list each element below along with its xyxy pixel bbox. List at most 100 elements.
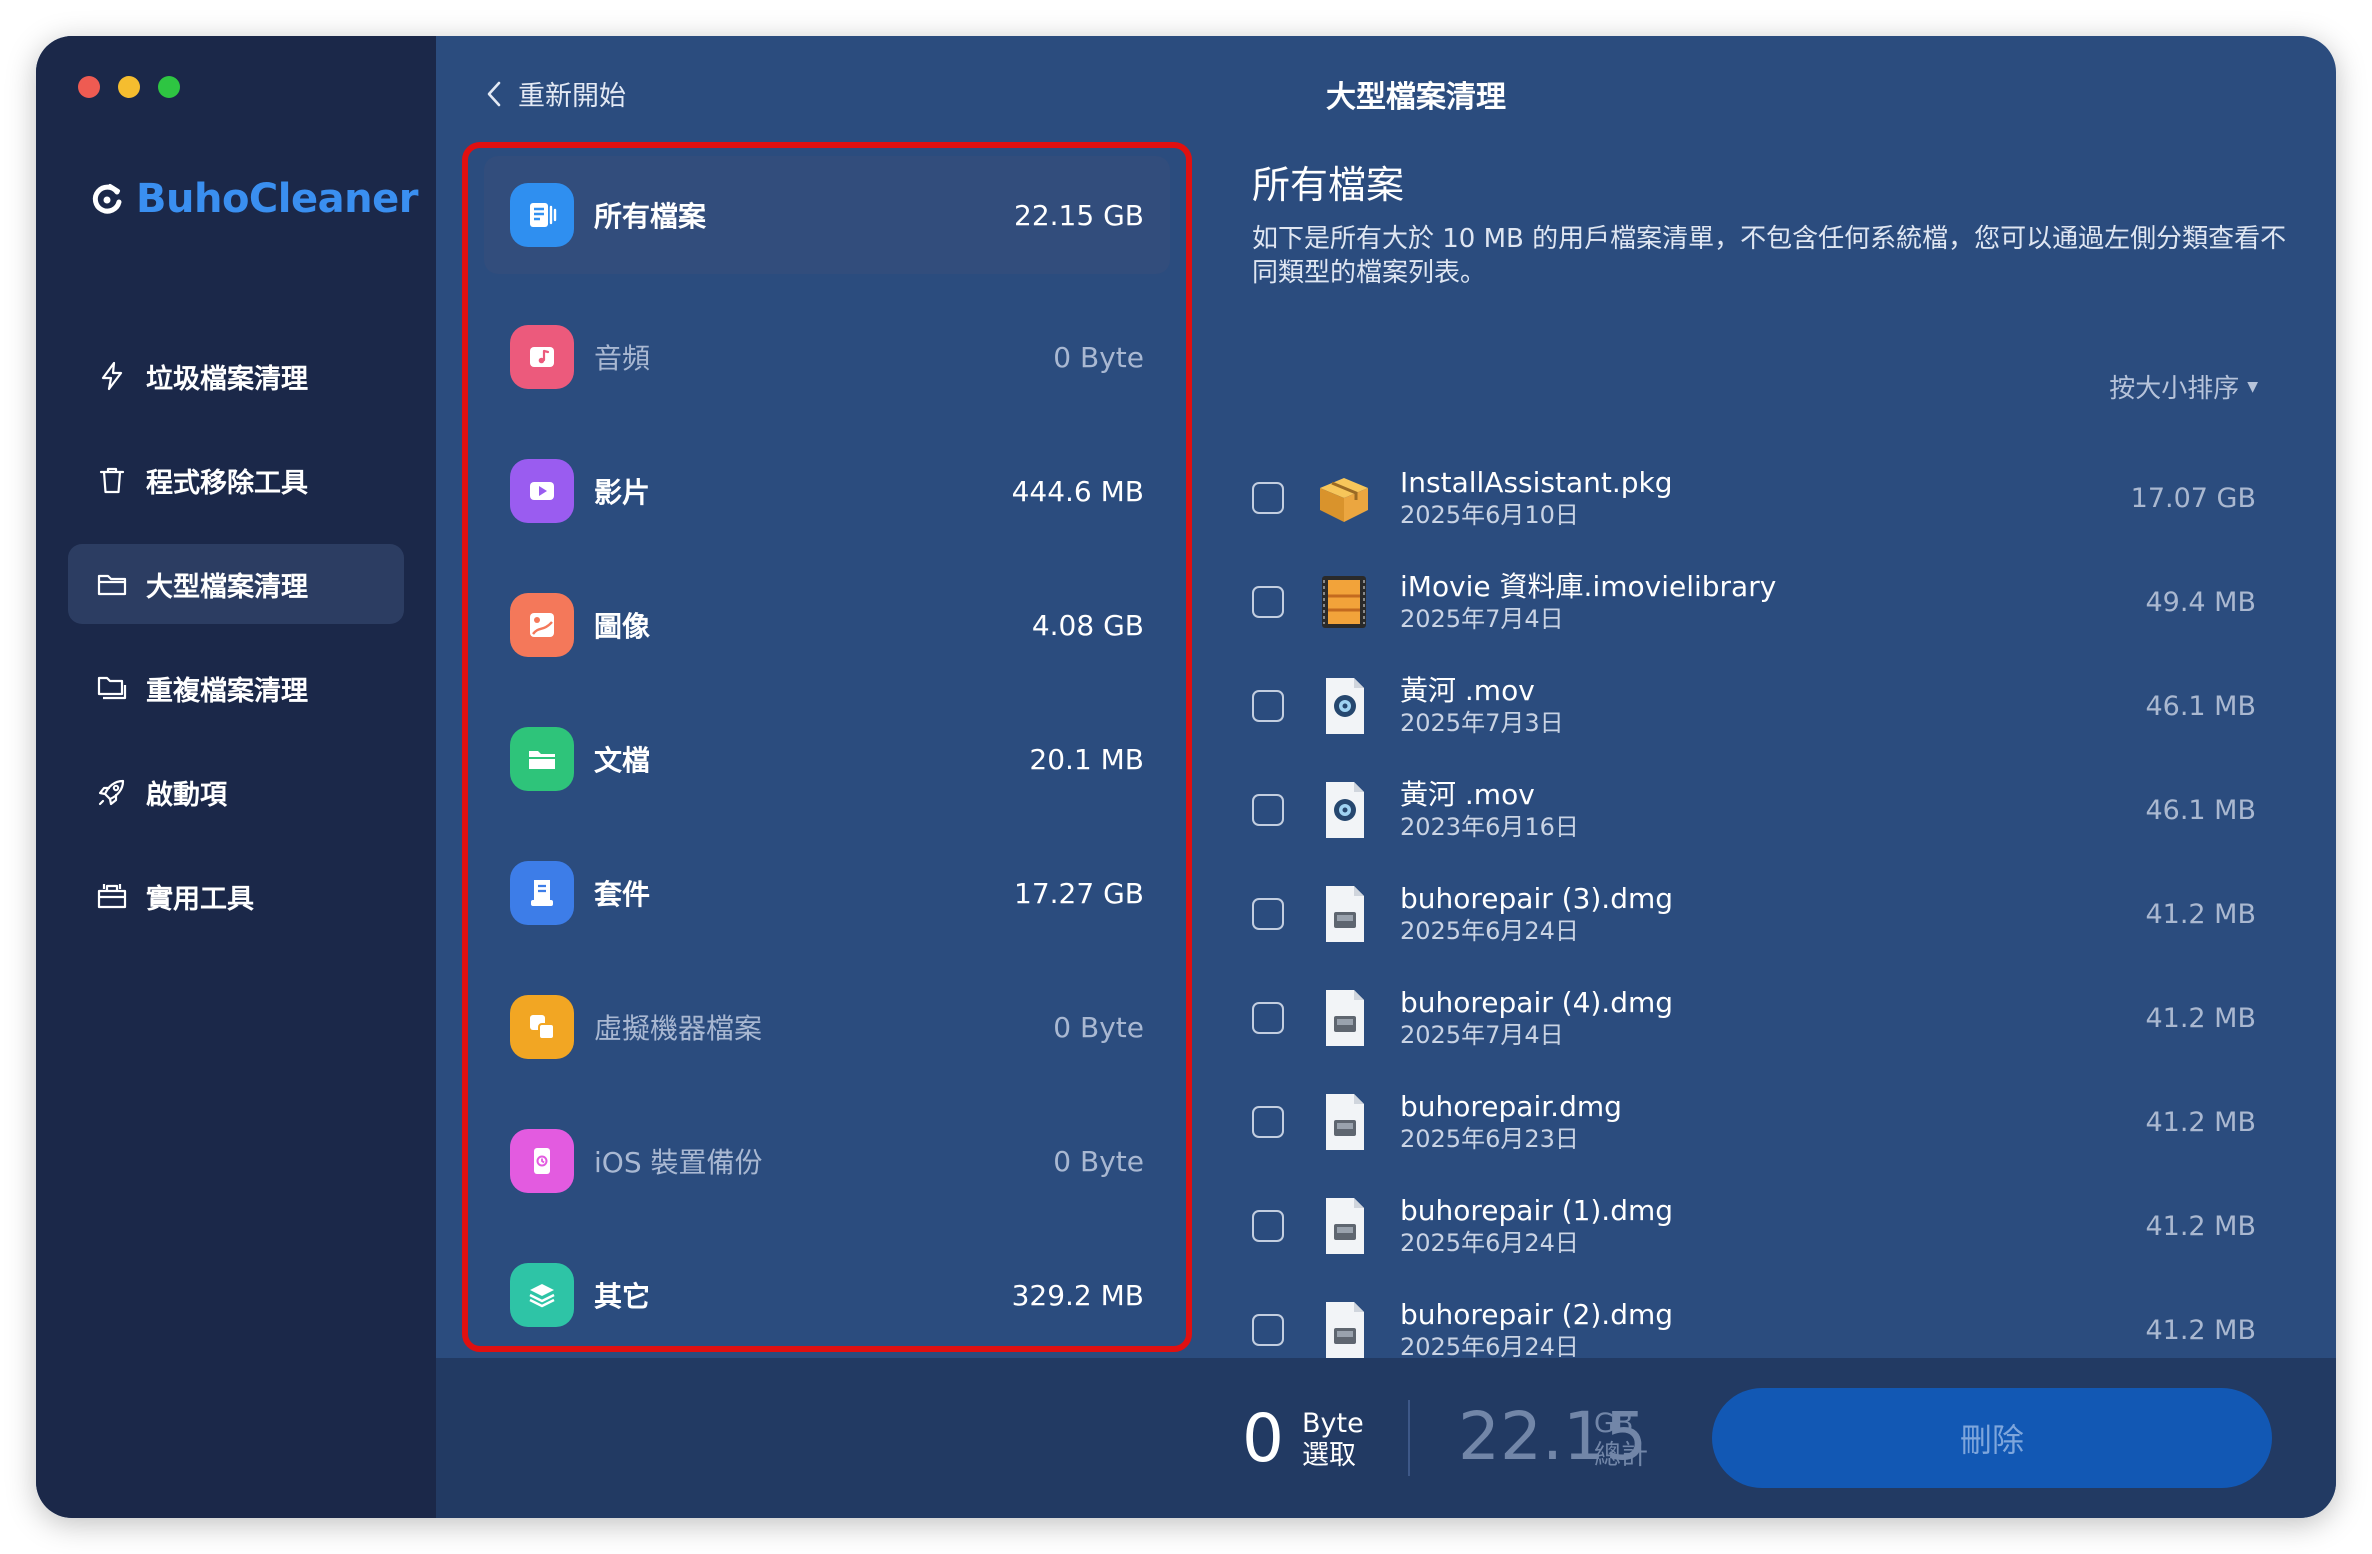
mov-file-icon (1312, 778, 1376, 842)
file-checkbox[interactable] (1252, 1210, 1284, 1242)
sidebar-nav: 垃圾檔案清理 程式移除工具 大型檔案清理 重複檔案清理 啟動項 實用工具 (68, 336, 404, 960)
category-list: 所有檔案 22.15 GB 音頻 0 Byte 影片 444.6 MB 圖像 4… (484, 156, 1170, 1362)
layers-icon (510, 1263, 574, 1327)
total-label: 總計 (1594, 1440, 1648, 1471)
file-date: 2025年6月10日 (1400, 501, 1579, 529)
dmg-file-icon (1312, 986, 1376, 1050)
category-name: 所有檔案 (594, 200, 707, 233)
category-audio[interactable]: 音頻 0 Byte (484, 290, 1170, 424)
selected-size-value: 0 (1242, 1400, 1284, 1477)
file-date: 2025年7月3日 (1400, 709, 1564, 737)
file-checkbox[interactable] (1252, 898, 1284, 930)
window-controls (78, 76, 180, 98)
category-size: 22.15 GB (1014, 198, 1144, 232)
selected-label: 選取 (1302, 1440, 1356, 1471)
category-size: 20.1 MB (1029, 742, 1144, 776)
file-checkbox[interactable] (1252, 1314, 1284, 1346)
file-checkbox[interactable] (1252, 1002, 1284, 1034)
sidebar-item-label: 啟動項 (146, 779, 227, 811)
category-ios-backups[interactable]: iOS 裝置備份 0 Byte (484, 1094, 1170, 1228)
file-row[interactable]: 黃河 .mov 2025年7月3日 46.1 MB (1252, 654, 2272, 758)
file-size: 41.2 MB (2145, 898, 2256, 930)
bolt-icon (94, 358, 130, 394)
file-checkbox[interactable] (1252, 794, 1284, 826)
folder-icon (94, 566, 130, 602)
sidebar-item-label: 大型檔案清理 (146, 571, 308, 603)
package-box-icon (1312, 466, 1376, 530)
video-icon (510, 459, 574, 523)
category-others[interactable]: 其它 329.2 MB (484, 1228, 1170, 1362)
sidebar-item-app-uninstaller[interactable]: 程式移除工具 (68, 440, 404, 520)
category-packages[interactable]: 套件 17.27 GB (484, 826, 1170, 960)
buhocleaner-logo-icon (92, 184, 122, 214)
file-name: buhorepair (4).dmg (1400, 986, 1674, 1019)
app-name: BuhoCleaner (136, 176, 418, 222)
section-title: 所有檔案 (1252, 163, 1405, 207)
minimize-window-button[interactable] (118, 76, 140, 98)
all-files-icon (510, 183, 574, 247)
category-name: iOS 裝置備份 (594, 1146, 763, 1179)
file-row[interactable]: InstallAssistant.pkg 2025年6月10日 17.07 GB (1252, 446, 2272, 550)
category-size: 4.08 GB (1031, 608, 1144, 642)
file-row[interactable]: iMovie 資料庫.imovielibrary 2025年7月4日 49.4 … (1252, 550, 2272, 654)
sidebar-item-label: 垃圾檔案清理 (146, 363, 308, 395)
file-size: 46.1 MB (2145, 794, 2256, 826)
file-row[interactable]: buhorepair.dmg 2025年6月23日 41.2 MB (1252, 1070, 2272, 1174)
file-date: 2025年6月24日 (1400, 917, 1579, 945)
file-size: 46.1 MB (2145, 690, 2256, 722)
close-window-button[interactable] (78, 76, 100, 98)
file-size: 49.4 MB (2145, 586, 2256, 618)
file-name: buhorepair (2).dmg (1400, 1298, 1674, 1331)
section-description: 如下是所有大於 10 MB 的用戶檔案清單，不包含任何系統檔，您可以通過左側分類… (1252, 224, 2287, 288)
file-date: 2023年6月16日 (1400, 813, 1579, 841)
file-name: buhorepair.dmg (1400, 1090, 1622, 1123)
category-size: 0 Byte (1053, 1010, 1144, 1044)
sort-dropdown[interactable]: 按大小排序 ▼ (2109, 368, 2258, 405)
category-size: 329.2 MB (1011, 1278, 1144, 1312)
category-name: 套件 (594, 878, 651, 911)
total-size-labels: GB 總計 (1594, 1408, 1648, 1472)
file-checkbox[interactable] (1252, 482, 1284, 514)
zoom-window-button[interactable] (158, 76, 180, 98)
selected-size-labels: Byte 選取 (1302, 1408, 1364, 1472)
file-name: 黃河 .mov (1400, 674, 1535, 707)
music-icon (510, 325, 574, 389)
sidebar-item-label: 實用工具 (146, 883, 254, 915)
sidebar-item-startup-items[interactable]: 啟動項 (68, 752, 404, 832)
rocket-icon (94, 774, 130, 810)
sidebar-item-duplicate-files[interactable]: 重複檔案清理 (68, 648, 404, 728)
app-logo: BuhoCleaner (90, 176, 418, 222)
category-virtual-machines[interactable]: 虛擬機器檔案 0 Byte (484, 960, 1170, 1094)
dmg-file-icon (1312, 1090, 1376, 1154)
file-row[interactable]: 黃河 .mov 2023年6月16日 46.1 MB (1252, 758, 2272, 862)
delete-button[interactable]: 刪除 (1712, 1388, 2272, 1488)
dmg-file-icon (1312, 1194, 1376, 1258)
file-row[interactable]: buhorepair (1).dmg 2025年6月24日 41.2 MB (1252, 1174, 2272, 1278)
sidebar-item-label: 重複檔案清理 (146, 675, 308, 707)
file-size: 17.07 GB (2130, 482, 2256, 514)
file-row[interactable]: buhorepair (4).dmg 2025年7月4日 41.2 MB (1252, 966, 2272, 1070)
sidebar: BuhoCleaner 垃圾檔案清理 程式移除工具 大型檔案清理 重複檔案清理 … (36, 36, 436, 1518)
file-checkbox[interactable] (1252, 1106, 1284, 1138)
file-date: 2025年6月24日 (1400, 1229, 1579, 1257)
category-images[interactable]: 圖像 4.08 GB (484, 558, 1170, 692)
main-panel: 重新開始 大型檔案清理 所有檔案 22.15 GB 音頻 0 Byte 影片 4… (436, 36, 2336, 1518)
category-documents[interactable]: 文檔 20.1 MB (484, 692, 1170, 826)
sidebar-item-junk-cleanup[interactable]: 垃圾檔案清理 (68, 336, 404, 416)
file-checkbox[interactable] (1252, 586, 1284, 618)
category-all-files[interactable]: 所有檔案 22.15 GB (484, 156, 1170, 274)
sidebar-item-toolkit[interactable]: 實用工具 (68, 856, 404, 936)
file-name: InstallAssistant.pkg (1400, 466, 1673, 499)
file-date: 2025年7月4日 (1400, 1021, 1564, 1049)
caret-down-icon: ▼ (2247, 378, 2258, 395)
category-size: 444.6 MB (1011, 474, 1144, 508)
sidebar-item-large-files[interactable]: 大型檔案清理 (68, 544, 404, 624)
category-video[interactable]: 影片 444.6 MB (484, 424, 1170, 558)
sort-label: 按大小排序 (2109, 374, 2240, 404)
file-checkbox[interactable] (1252, 690, 1284, 722)
total-size-unit: GB (1594, 1408, 1634, 1439)
file-row[interactable]: buhorepair (3).dmg 2025年6月24日 41.2 MB (1252, 862, 2272, 966)
file-size: 41.2 MB (2145, 1106, 2256, 1138)
sidebar-item-label: 程式移除工具 (146, 467, 308, 499)
file-size: 41.2 MB (2145, 1314, 2256, 1346)
